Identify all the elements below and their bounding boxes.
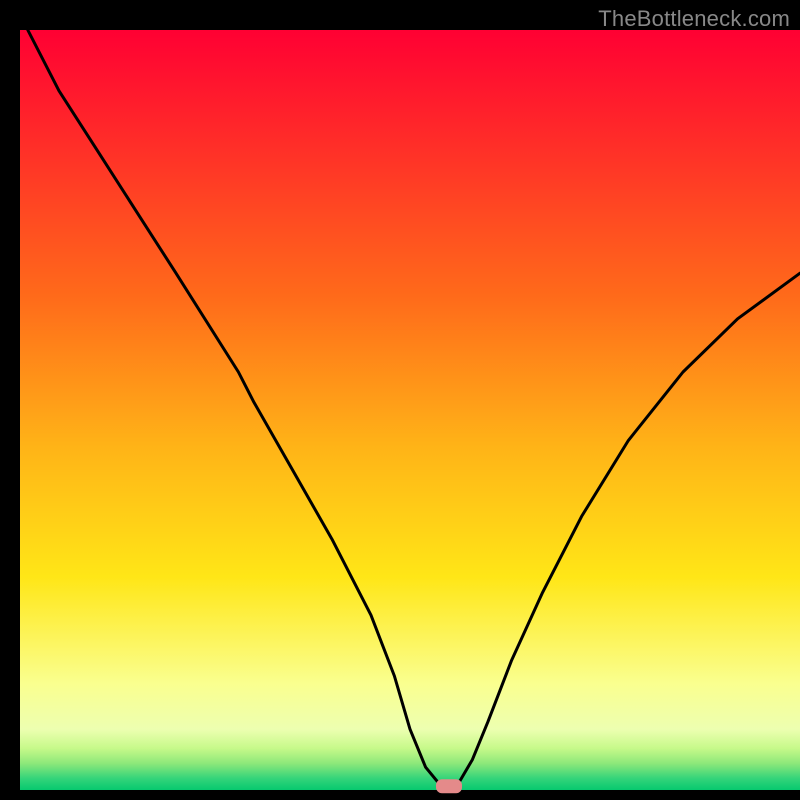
optimal-marker: [436, 779, 462, 793]
watermark-text: TheBottleneck.com: [598, 6, 790, 32]
bottleneck-plot: [0, 0, 800, 800]
chart-stage: TheBottleneck.com: [0, 0, 800, 800]
plot-background: [20, 30, 800, 790]
